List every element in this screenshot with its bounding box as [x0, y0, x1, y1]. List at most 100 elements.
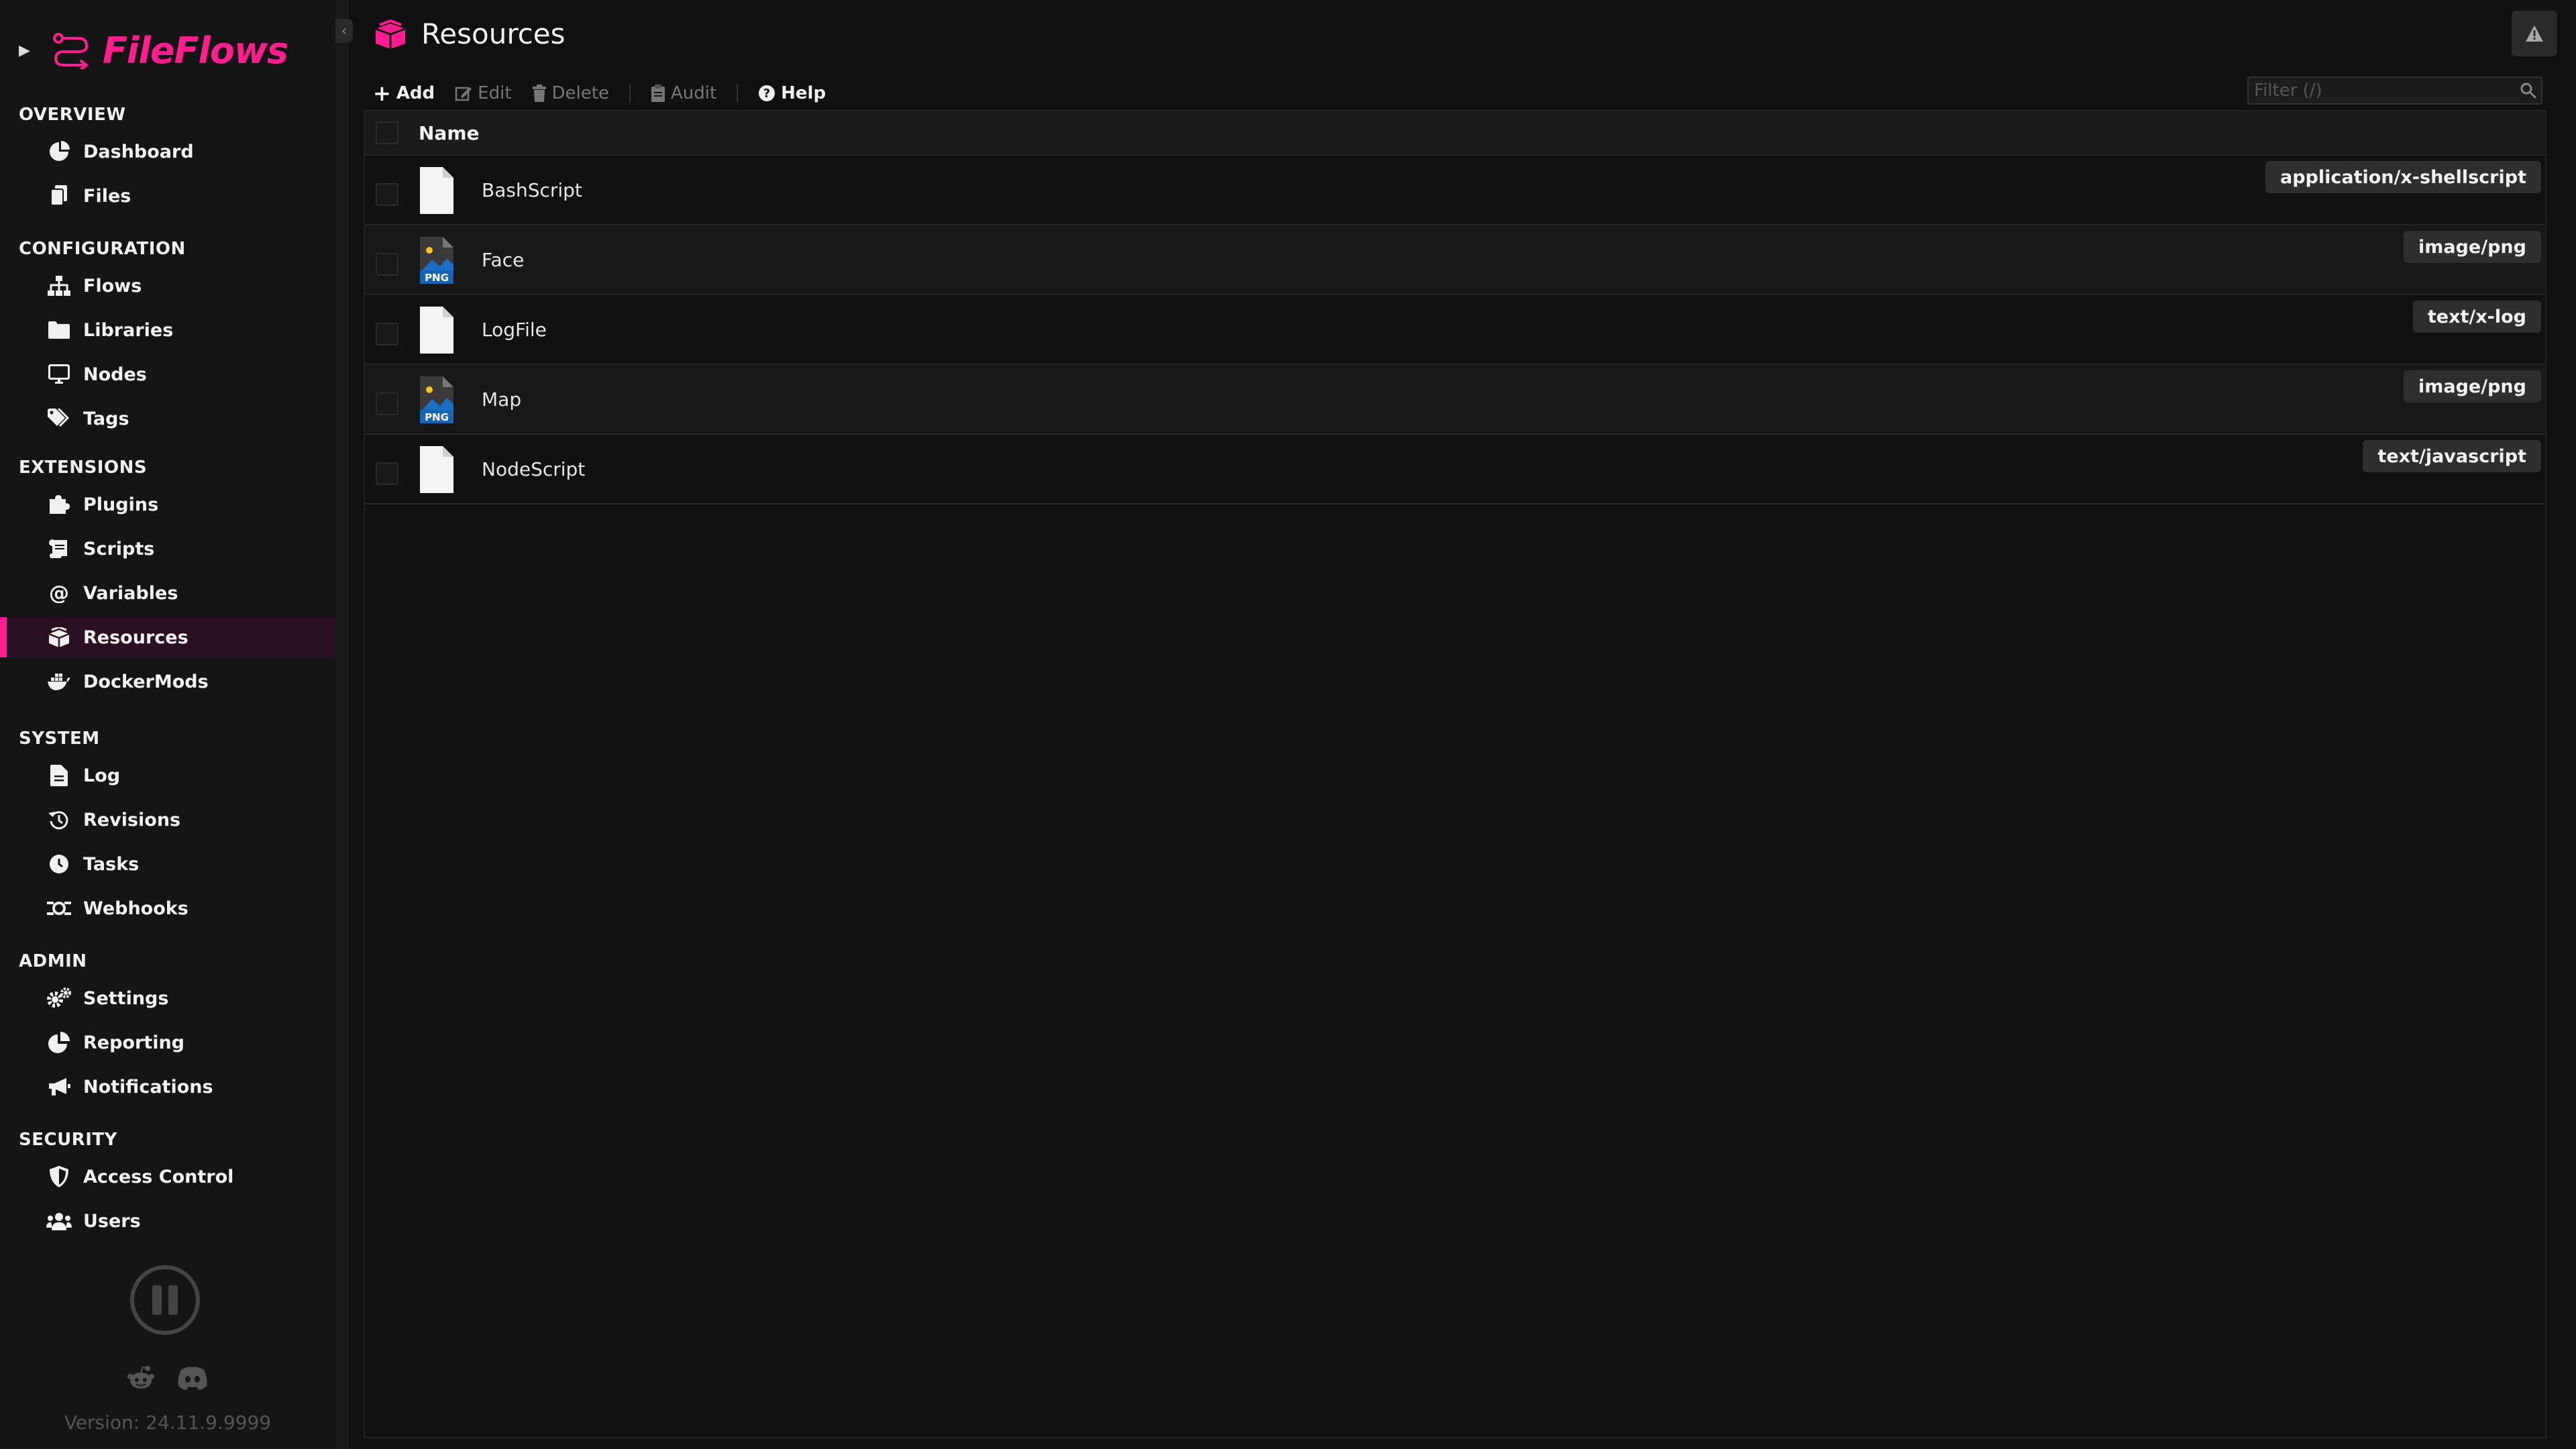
- row-checkbox[interactable]: [376, 323, 398, 345]
- add-label: Add: [396, 83, 435, 103]
- sidebar-item-plugins[interactable]: Plugins: [0, 484, 335, 525]
- svg-text:PNG: PNG: [425, 272, 449, 284]
- sidebar-item-nodes[interactable]: Nodes: [0, 354, 335, 394]
- sidebar-item-resources[interactable]: Resources: [0, 617, 335, 657]
- sidebar-item-notifications[interactable]: Notifications: [0, 1067, 335, 1107]
- sidebar-item-label: Files: [83, 185, 131, 207]
- sidebar-item-label: Flows: [83, 275, 142, 297]
- table-row[interactable]: PNGPNG Face image/png: [365, 225, 2545, 295]
- alert-button[interactable]: [2512, 11, 2557, 56]
- sidebar-item-access-control[interactable]: Access Control: [0, 1157, 335, 1197]
- table-row[interactable]: LogFile text/x-log: [365, 295, 2545, 365]
- question-circle-icon: ?: [759, 85, 775, 101]
- add-button[interactable]: + Add: [373, 80, 435, 106]
- sidebar-item-users[interactable]: Users: [0, 1201, 335, 1241]
- sidebar-item-label: Revisions: [83, 809, 181, 830]
- row-checkbox[interactable]: [376, 183, 398, 206]
- png-file-icon: PNGPNG: [416, 233, 458, 286]
- sidebar-item-scripts[interactable]: Scripts: [0, 529, 335, 569]
- file-icon: [416, 303, 458, 356]
- sidebar-item-revisions[interactable]: Revisions: [0, 800, 335, 840]
- row-checkbox[interactable]: [376, 392, 398, 415]
- sidebar-item-label: Log: [83, 765, 121, 786]
- svg-text:PNG: PNG: [425, 411, 449, 423]
- sidebar-item-label: Access Control: [83, 1166, 234, 1187]
- sidebar-item-label: Resources: [83, 627, 189, 648]
- resource-name: LogFile: [482, 318, 547, 341]
- sidebar-item-tags[interactable]: Tags: [0, 398, 335, 439]
- sidebar-item-files[interactable]: Files: [0, 176, 335, 216]
- sidebar-item-dockermods[interactable]: DockerMods: [0, 661, 335, 702]
- mime-type-badge: application/x-shellscript: [2265, 161, 2541, 193]
- fileflows-logo-icon: [52, 32, 88, 69]
- history-icon: [46, 809, 72, 830]
- audit-button[interactable]: Audit: [651, 83, 716, 103]
- help-label: Help: [781, 83, 826, 103]
- row-checkbox[interactable]: [376, 253, 398, 276]
- table-row[interactable]: BashScript application/x-shellscript: [365, 156, 2545, 225]
- sidebar-item-dashboard[interactable]: Dashboard: [0, 131, 335, 172]
- audit-label: Audit: [670, 83, 717, 103]
- edit-icon: [455, 87, 472, 101]
- delete-button[interactable]: Delete: [532, 83, 609, 103]
- png-file-icon: PNGPNG: [416, 372, 458, 426]
- version-label: Version: 24.11.9.9999: [64, 1411, 272, 1434]
- nav-section-configuration: CONFIGURATION: [19, 239, 186, 259]
- warning-icon: [2526, 25, 2543, 42]
- caret-right-icon[interactable]: ▶: [19, 42, 30, 59]
- page-header: Resources: [373, 17, 566, 50]
- sidebar-item-label: Nodes: [83, 364, 147, 385]
- boxes-icon: [375, 19, 406, 49]
- brand[interactable]: ▶ FileFlows: [19, 30, 288, 72]
- search-icon[interactable]: [2520, 82, 2537, 99]
- table-row[interactable]: PNGPNG Map image/png: [365, 365, 2545, 435]
- reddit-icon[interactable]: [126, 1364, 156, 1391]
- sidebar-item-reporting[interactable]: Reporting: [0, 1022, 335, 1063]
- sidebar-item-label: Scripts: [83, 538, 155, 559]
- sidebar-item-tasks[interactable]: Tasks: [0, 844, 335, 884]
- folder-icon: [46, 321, 72, 339]
- sidebar-item-label: DockerMods: [83, 671, 209, 692]
- pause-button[interactable]: [130, 1265, 200, 1335]
- table-row[interactable]: NodeScript text/javascript: [365, 435, 2545, 504]
- mime-type-badge: image/png: [2404, 231, 2541, 263]
- social-links: [126, 1364, 209, 1391]
- collapse-sidebar-button[interactable]: ‹: [335, 19, 353, 43]
- row-checkbox[interactable]: [376, 462, 398, 485]
- sidebar-item-settings[interactable]: Settings: [0, 978, 335, 1018]
- trash-icon: [532, 85, 546, 102]
- nav-section-extensions: EXTENSIONS: [19, 458, 148, 478]
- resource-name: BashScript: [482, 178, 582, 201]
- sidebar-item-variables[interactable]: @ Variables: [0, 573, 335, 613]
- sidebar-item-label: Dashboard: [83, 141, 194, 162]
- edit-button[interactable]: Edit: [455, 83, 512, 103]
- monitor-icon: [46, 364, 72, 384]
- column-header-name[interactable]: Name: [419, 122, 480, 144]
- select-all-checkbox[interactable]: [376, 121, 398, 144]
- mime-type-badge: text/x-log: [2412, 301, 2541, 333]
- sidebar-item-flows[interactable]: Flows: [0, 266, 335, 306]
- megaphone-icon: [46, 1077, 72, 1097]
- edit-label: Edit: [478, 83, 512, 103]
- webhook-icon: [46, 899, 72, 918]
- at-icon: @: [46, 583, 72, 603]
- filter-input[interactable]: [2247, 76, 2542, 105]
- svg-text:?: ?: [763, 87, 770, 101]
- tags-icon: [46, 409, 72, 429]
- nav-section-admin: ADMIN: [19, 951, 87, 971]
- sidebar-item-label: Variables: [83, 582, 178, 604]
- nav-section-security: SECURITY: [19, 1130, 117, 1150]
- files-icon: [46, 185, 72, 207]
- sidebar: ▶ FileFlows OVERVIEW Dashboard Files CONFIG…: [0, 0, 335, 1449]
- mime-type-badge: image/png: [2404, 370, 2541, 402]
- sidebar-item-label: Notifications: [83, 1076, 213, 1097]
- sidebar-item-label: Libraries: [83, 319, 174, 341]
- app-name: FileFlows: [102, 30, 288, 72]
- sidebar-item-webhooks[interactable]: Webhooks: [0, 888, 335, 928]
- help-button[interactable]: ? Help: [758, 83, 826, 103]
- puzzle-icon: [46, 494, 72, 515]
- sidebar-item-log[interactable]: Log: [0, 755, 335, 796]
- sidebar-divider: [335, 0, 349, 1449]
- discord-icon[interactable]: [176, 1364, 209, 1391]
- sidebar-item-libraries[interactable]: Libraries: [0, 310, 335, 350]
